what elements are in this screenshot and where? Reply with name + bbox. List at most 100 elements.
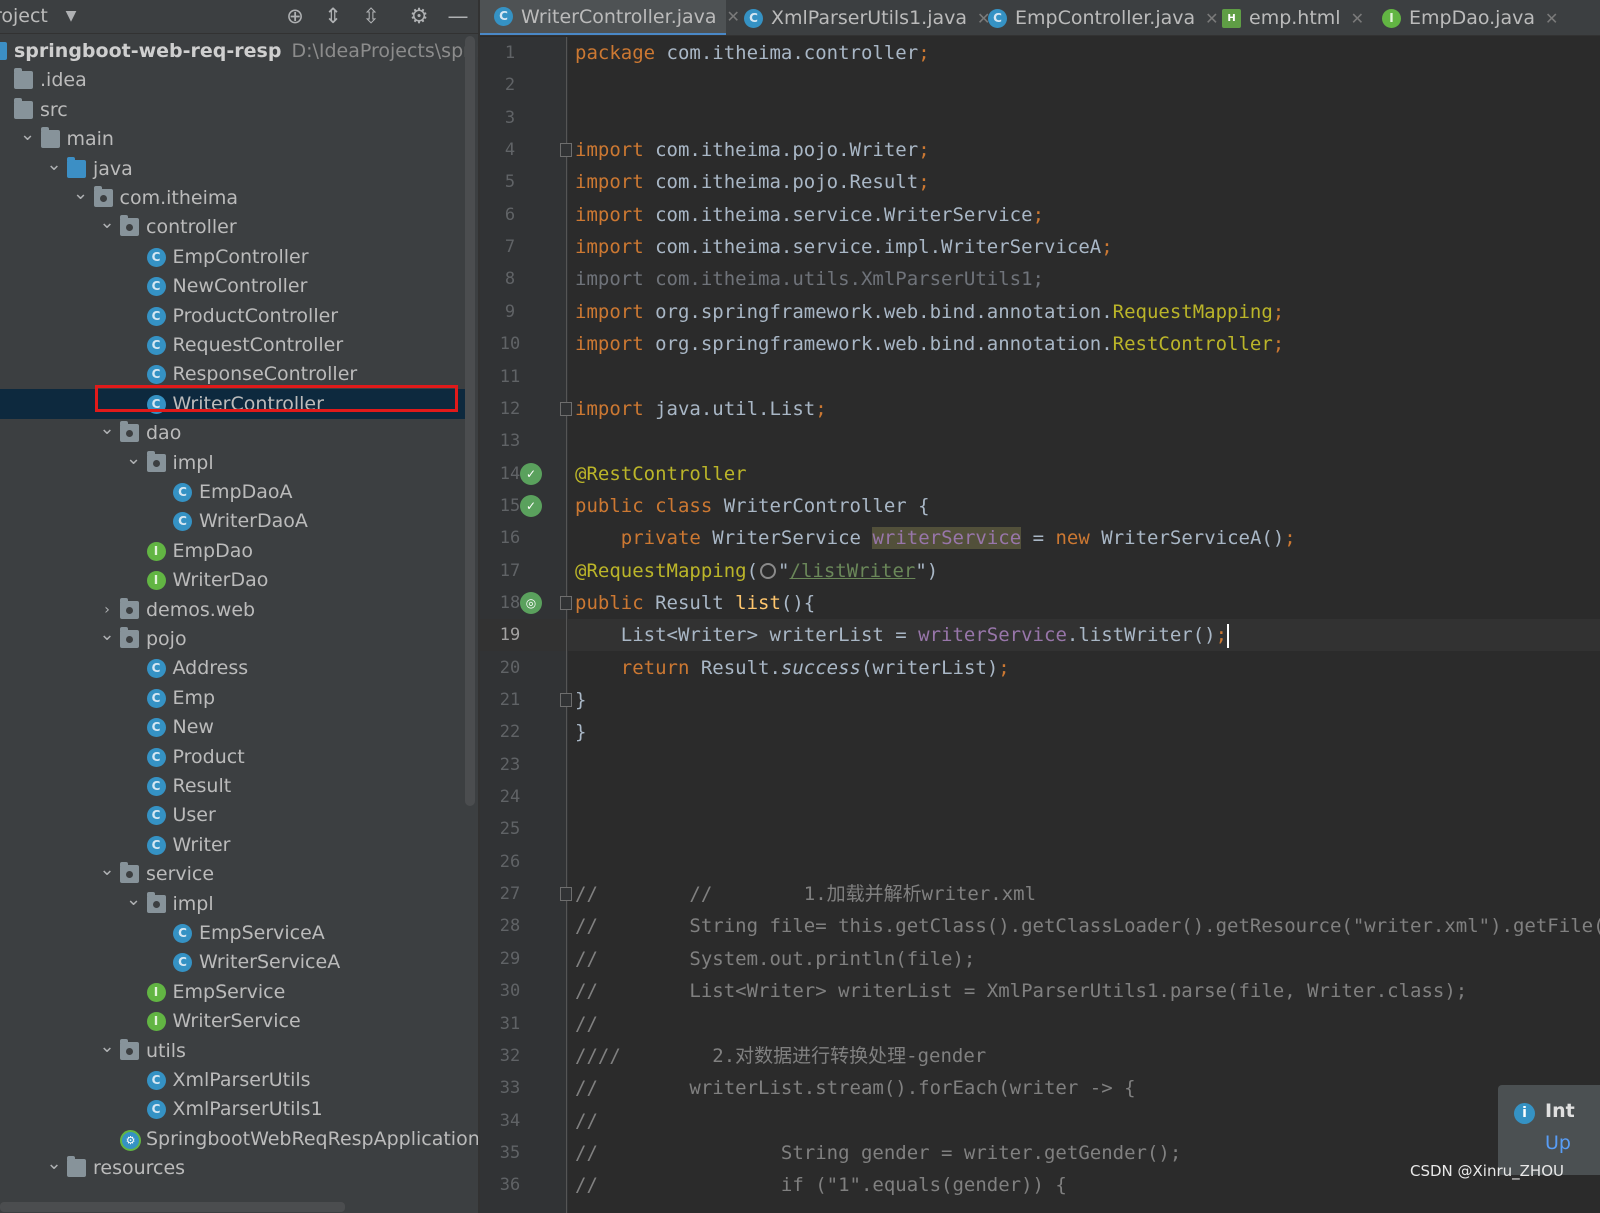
locate-icon[interactable]: ⊕ <box>282 3 308 29</box>
tree-item-xmlparserutils1[interactable]: C XmlParserUtils1 <box>0 1094 470 1124</box>
tree-item-empservice[interactable]: I EmpService <box>0 977 470 1007</box>
tree-item-springbootwebreqrespapplication[interactable]: ⚙ SpringbootWebReqRespApplication <box>0 1124 478 1154</box>
tree-item-java[interactable]: ⌄ java <box>0 154 470 184</box>
editor-tab[interactable]: C XmlParserUtils1.java ✕ <box>730 0 990 35</box>
chevron-down-icon[interactable]: ⌄ <box>72 183 90 213</box>
gear-icon[interactable]: ⚙ <box>406 3 432 29</box>
code-line[interactable]: return Result.success(writerList); <box>575 652 1010 684</box>
tree-item-com-itheima[interactable]: ⌄ com.itheima <box>0 183 470 213</box>
code-line[interactable]: // writerList.stream().forEach(writer ->… <box>575 1072 1136 1104</box>
close-tab-icon[interactable]: ✕ <box>1351 9 1364 28</box>
code-line[interactable]: @RestController <box>575 458 747 490</box>
code-line[interactable]: package com.itheima.controller; <box>575 37 930 69</box>
code-line[interactable]: // String gender = writer.getGender(); <box>575 1137 1181 1169</box>
code-line[interactable]: // <box>575 1105 598 1137</box>
tree-item-writercontroller[interactable]: C WriterController <box>0 388 470 419</box>
code-line[interactable]: import org.springframework.web.bind.anno… <box>575 328 1284 360</box>
code-line[interactable]: @RequestMapping("/listWriter") <box>575 555 938 587</box>
code-line[interactable]: } <box>575 684 586 716</box>
fold-marker-icon[interactable] <box>560 887 572 902</box>
tree-item-demos-web[interactable]: › demos.web <box>0 595 470 625</box>
code-line[interactable]: import java.util.List; <box>575 393 827 425</box>
fold-marker-icon[interactable] <box>560 143 572 158</box>
chevron-down-icon[interactable]: ⌄ <box>45 1153 63 1183</box>
tree-item-new[interactable]: C New <box>0 712 470 742</box>
tree-item-main[interactable]: ⌄ main <box>0 124 470 154</box>
chevron-down-icon[interactable]: ⌄ <box>98 624 116 654</box>
editor-tab[interactable]: Hemp.html ✕ <box>1208 0 1364 35</box>
tree-item-impl[interactable]: ⌄ impl <box>0 448 470 478</box>
code-line[interactable]: import com.itheima.utils.XmlParserUtils1… <box>575 263 1044 295</box>
chevron-down-icon[interactable]: ⌄ <box>125 889 143 919</box>
tree-item-productcontroller[interactable]: C ProductController <box>0 301 470 331</box>
tree-item-writerdaoa[interactable]: C WriterDaoA <box>0 506 470 536</box>
tree-item-empdaoa[interactable]: C EmpDaoA <box>0 477 470 507</box>
chevron-down-icon[interactable]: ⌄ <box>45 154 63 184</box>
code-line[interactable]: // System.out.println(file); <box>575 943 975 975</box>
editor-tab[interactable]: C WriterController.java ✕ <box>480 0 740 35</box>
editor-tab[interactable]: I EmpDao.java ✕ <box>1368 0 1558 35</box>
tree-item-xmlparserutils[interactable]: C XmlParserUtils <box>0 1065 470 1095</box>
fold-marker-icon[interactable] <box>560 595 572 610</box>
tree-item-pojo[interactable]: ⌄ pojo <box>0 624 470 654</box>
notification-link[interactable]: Up <box>1545 1132 1571 1154</box>
code-line[interactable]: // // 1.加载并解析writer.xml <box>575 878 1036 910</box>
code-line[interactable]: // List<Writer> writerList = XmlParserUt… <box>575 975 1467 1007</box>
chevron-right-icon[interactable]: › <box>98 595 116 625</box>
code-line[interactable]: private WriterService writerService = ne… <box>575 522 1296 554</box>
editor-tab[interactable]: C EmpController.java ✕ <box>974 0 1219 35</box>
dropdown-arrow-icon[interactable]: ▼ <box>58 3 84 29</box>
tree-item-service[interactable]: ⌄ service <box>0 859 470 889</box>
tree-item-result[interactable]: C Result <box>0 771 470 801</box>
code-line[interactable]: } <box>575 716 586 748</box>
code-line[interactable]: import org.springframework.web.bind.anno… <box>575 296 1284 328</box>
tree-item-user[interactable]: C User <box>0 800 470 830</box>
tree-item-newcontroller[interactable]: C NewController <box>0 271 470 301</box>
chevron-down-icon[interactable]: ⌄ <box>125 448 143 478</box>
code-line[interactable]: public Result list(){ <box>575 587 815 619</box>
chevron-down-icon[interactable]: ⌄ <box>19 124 37 154</box>
expand-all-icon[interactable]: ⇕ <box>320 3 346 29</box>
chevron-down-icon[interactable]: ⌄ <box>98 1036 116 1066</box>
tree-item-product[interactable]: C Product <box>0 742 470 772</box>
collapse-all-icon[interactable]: ⇳ <box>358 3 384 29</box>
code-line[interactable]: // if ("1".equals(gender)) { <box>575 1169 1067 1201</box>
tree-item-controller[interactable]: ⌄ controller <box>0 212 470 242</box>
tree-item-writer[interactable]: C Writer <box>0 830 470 860</box>
code-line[interactable]: public class WriterController { <box>575 490 930 522</box>
tree-item-emp[interactable]: C Emp <box>0 683 470 713</box>
tree-item-springboot-web-req-resp[interactable]: springboot-web-req-resp D:\IdeaProjects\s… <box>0 36 478 66</box>
code-line[interactable]: //// 2.对数据进行转换处理-gender <box>575 1040 986 1072</box>
code-line[interactable]: List<Writer> writerList = writerService.… <box>575 619 1230 651</box>
code-line[interactable]: import com.itheima.service.WriterService… <box>575 199 1044 231</box>
web-endpoint-icon[interactable]: ◎ <box>520 591 542 614</box>
code-line[interactable]: // <box>575 1008 598 1040</box>
tree-item--idea[interactable]: .idea <box>0 65 470 95</box>
chevron-down-icon[interactable]: ⌄ <box>98 859 116 889</box>
tree-item-empcontroller[interactable]: C EmpController <box>0 242 470 272</box>
code-line[interactable]: import com.itheima.service.impl.WriterSe… <box>575 231 1113 263</box>
tree-item-writerservice[interactable]: I WriterService <box>0 1006 470 1036</box>
tree-item-src[interactable]: src <box>0 95 470 125</box>
spring-bean-icon[interactable]: ✓ <box>520 462 542 485</box>
tree-item-writerdao[interactable]: I WriterDao <box>0 565 470 595</box>
close-tab-icon[interactable]: ✕ <box>1545 9 1558 28</box>
tree-item-empservicea[interactable]: C EmpServiceA <box>0 918 470 948</box>
minimize-icon[interactable]: — <box>445 3 471 29</box>
fold-marker-icon[interactable] <box>560 693 572 707</box>
tree-item-responsecontroller[interactable]: C ResponseController <box>0 359 470 389</box>
fold-marker-icon[interactable] <box>560 401 572 416</box>
tree-item-impl[interactable]: ⌄ impl <box>0 889 470 919</box>
tree-item-utils[interactable]: ⌄ utils <box>0 1036 470 1066</box>
project-panel-vertical-scrollbar[interactable] <box>465 36 475 806</box>
code-line[interactable]: import com.itheima.pojo.Writer; <box>575 134 930 166</box>
tree-item-writerservicea[interactable]: C WriterServiceA <box>0 947 470 977</box>
chevron-down-icon[interactable]: ⌄ <box>98 418 116 448</box>
project-panel-horizontal-scrollbar[interactable] <box>0 1202 345 1212</box>
tree-item-requestcontroller[interactable]: C RequestController <box>0 330 470 360</box>
tree-item-address[interactable]: C Address <box>0 653 470 683</box>
code-line[interactable]: import com.itheima.pojo.Result; <box>575 166 930 198</box>
tree-item-resources[interactable]: ⌄ resources <box>0 1153 470 1183</box>
spring-bean-icon[interactable]: ✓ <box>520 494 542 517</box>
code-line[interactable]: // String file= this.getClass().getClass… <box>575 910 1600 942</box>
